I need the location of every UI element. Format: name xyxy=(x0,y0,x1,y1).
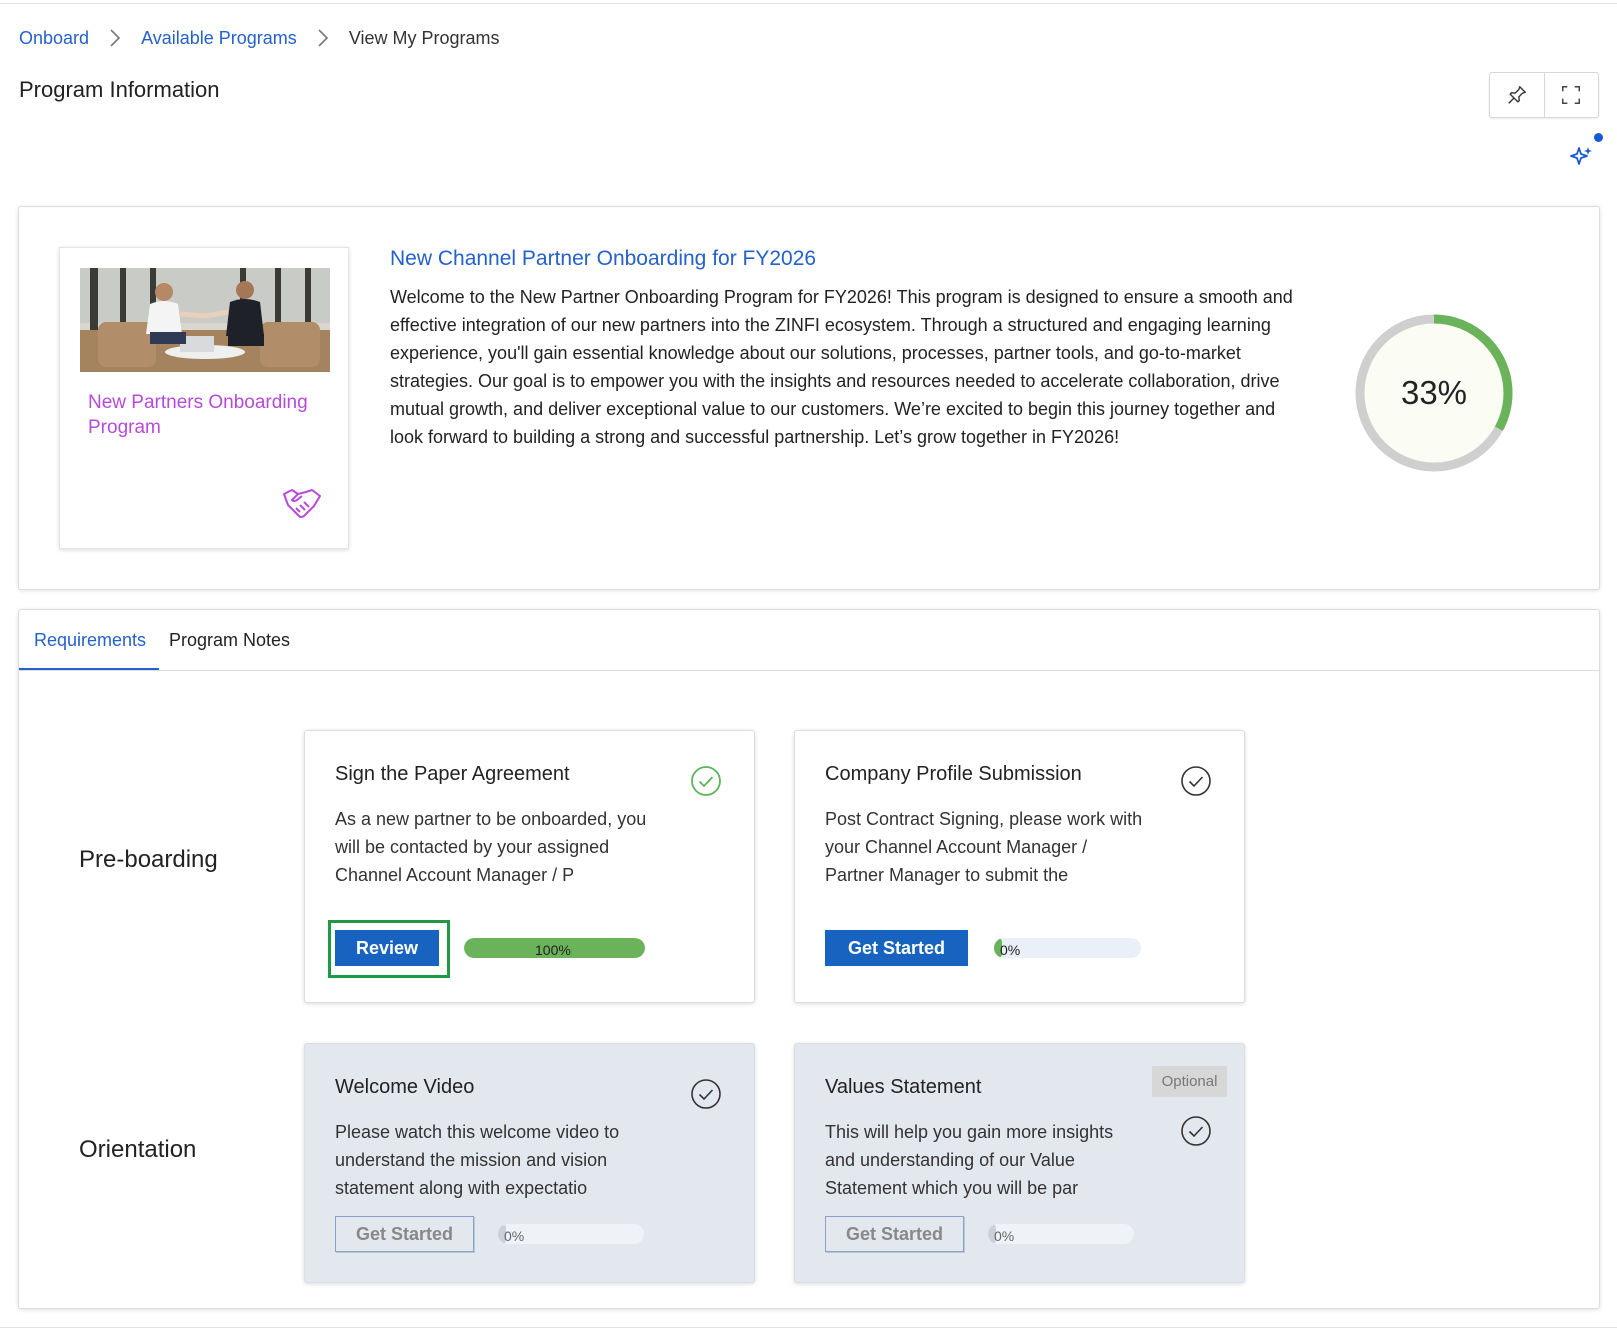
task-title: Sign the Paper Agreement xyxy=(335,763,570,785)
task-description: As a new partner to be onboarded, you wi… xyxy=(335,809,647,885)
sparkle-icon xyxy=(1570,147,1592,165)
section-label-orientation: Orientation xyxy=(79,1136,197,1163)
task-progress-bar: 0% xyxy=(988,1224,1134,1244)
task-description: Please watch this welcome video to under… xyxy=(335,1122,620,1198)
task-progress-label: 100% xyxy=(535,942,571,958)
optional-badge: Optional xyxy=(1152,1066,1227,1097)
view-toolbar xyxy=(1489,72,1599,118)
task-progress-bar: 0% xyxy=(994,938,1141,958)
breadcrumb-onboard[interactable]: Onboard xyxy=(19,28,89,49)
breadcrumb-available-programs[interactable]: Available Programs xyxy=(141,28,297,49)
bottom-divider xyxy=(0,1327,1617,1328)
get-started-button[interactable]: Get Started xyxy=(335,1216,474,1252)
task-progress-bar: 0% xyxy=(498,1224,644,1244)
task-description: This will help you gain more insights an… xyxy=(825,1122,1114,1198)
task-progress-label: 0% xyxy=(994,1228,1015,1244)
breadcrumb: Onboard Available Programs View My Progr… xyxy=(19,26,500,50)
task-title: Values Statement xyxy=(825,1076,982,1098)
program-progress-label: 33% xyxy=(1400,374,1468,411)
task-progress-label: 0% xyxy=(1000,942,1021,958)
task-title: Company Profile Submission xyxy=(825,763,1082,785)
task-card: Sign the Paper Agreement As a new partne… xyxy=(304,730,755,1003)
task-progress-bar: 100% xyxy=(464,938,645,958)
pin-icon xyxy=(1508,86,1526,104)
fullscreen-icon xyxy=(1562,86,1581,104)
chevron-right-icon xyxy=(109,28,121,48)
task-card: Company Profile Submission Post Contract… xyxy=(794,730,1245,1003)
breadcrumb-current: View My Programs xyxy=(348,27,500,48)
task-progress-label: 0% xyxy=(504,1228,525,1244)
task-title: Welcome Video xyxy=(335,1076,475,1098)
task-card: Optional Values Statement This will help… xyxy=(794,1043,1245,1283)
program-thumbnail-card[interactable]: New Partners Onboarding Program xyxy=(59,247,349,549)
program-thumbnail-image xyxy=(80,268,330,372)
chevron-right-icon xyxy=(317,28,329,48)
program-thumbnail-label: New Partners Onboarding Program xyxy=(88,392,308,438)
ai-assistant-button[interactable] xyxy=(1566,132,1606,172)
active-tab-indicator xyxy=(19,668,159,670)
check-circle-icon xyxy=(1181,766,1211,796)
page-title: Program Information xyxy=(19,77,220,102)
review-button[interactable]: Review xyxy=(335,930,439,966)
program-info-card: New Partners Onboarding Program New Chan… xyxy=(18,206,1600,590)
tab-bar: Requirements Program Notes xyxy=(19,610,1599,671)
fullscreen-button[interactable] xyxy=(1543,73,1598,117)
task-description: Post Contract Signing, please work with … xyxy=(825,809,1143,885)
get-started-button[interactable]: Get Started xyxy=(825,1216,964,1252)
check-circle-icon xyxy=(691,766,721,796)
program-description: Welcome to the New Partner Onboarding Pr… xyxy=(390,287,1293,447)
requirements-panel: Requirements Program Notes Pre-boarding … xyxy=(18,609,1600,1309)
check-circle-icon xyxy=(1181,1116,1211,1146)
check-circle-icon xyxy=(691,1079,721,1109)
tab-requirements[interactable]: Requirements xyxy=(34,630,146,651)
program-title-link[interactable]: New Channel Partner Onboarding for FY202… xyxy=(390,247,816,271)
section-label-pre-boarding: Pre-boarding xyxy=(79,846,218,873)
tab-program-notes[interactable]: Program Notes xyxy=(169,630,290,651)
top-divider xyxy=(0,3,1617,4)
notification-dot xyxy=(1594,133,1603,142)
get-started-button[interactable]: Get Started xyxy=(825,930,968,966)
task-card: Welcome Video Please watch this welcome … xyxy=(304,1043,755,1283)
pin-button[interactable] xyxy=(1490,73,1544,117)
handshake-icon xyxy=(283,489,321,518)
